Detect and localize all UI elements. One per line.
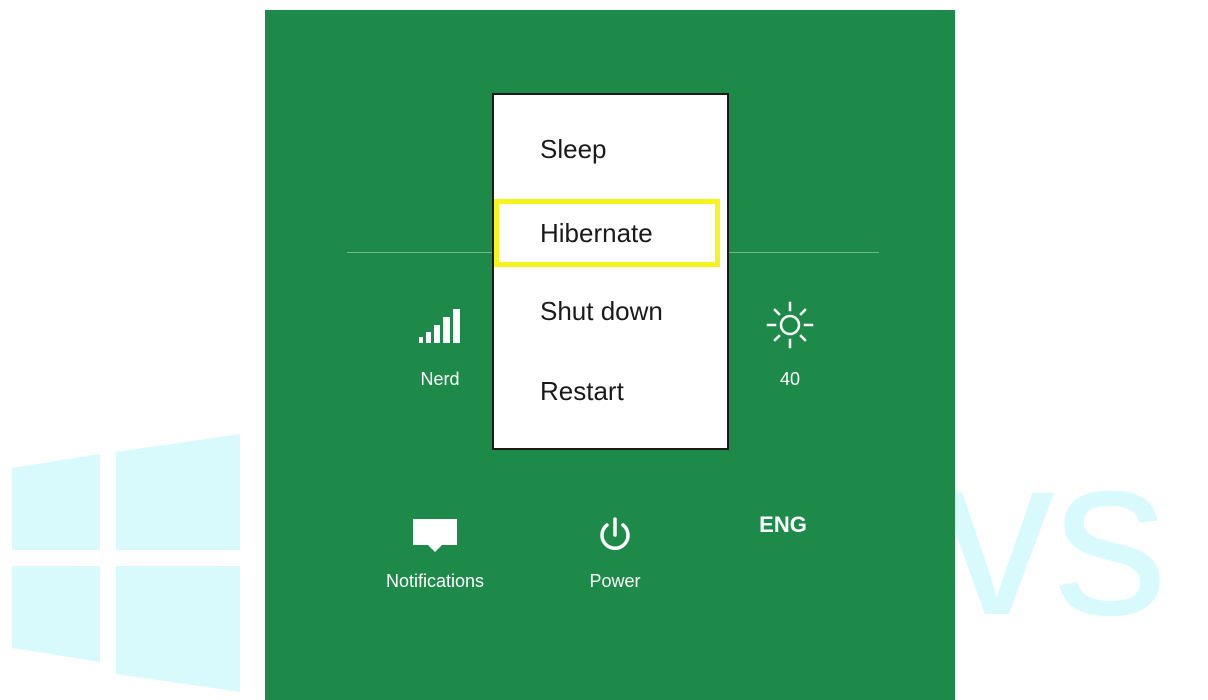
- power-icon: [600, 517, 630, 550]
- brightness-label: 40: [779, 369, 801, 389]
- language-label: ENG: [759, 512, 807, 537]
- menu-item-shut-down[interactable]: Shut down: [494, 279, 727, 343]
- network-tile[interactable]: Nerd: [385, 295, 495, 390]
- windows-8-wordmark: vs 8: [940, 406, 1208, 663]
- language-tile[interactable]: ENG: [743, 510, 823, 540]
- menu-item-hibernate[interactable]: Hibernate: [494, 199, 720, 267]
- windows-logo-icon: [12, 434, 240, 692]
- brightness-tile[interactable]: 40: [735, 295, 845, 390]
- notifications-tile[interactable]: Notifications: [360, 505, 510, 592]
- power-label: Power: [589, 571, 641, 591]
- notifications-label: Notifications: [385, 571, 485, 591]
- menu-item-sleep[interactable]: Sleep: [494, 117, 727, 181]
- menu-item-restart[interactable]: Restart: [494, 359, 727, 423]
- brightness-sun-icon: [766, 301, 814, 349]
- power-menu: Sleep Hibernate Shut down Restart: [492, 93, 729, 450]
- screen: vs 8 Nerd: [0, 0, 1208, 700]
- power-tile[interactable]: Power: [555, 505, 675, 592]
- notifications-icon: [413, 519, 457, 552]
- network-label: Nerd: [420, 369, 460, 389]
- signal-bars-icon: [419, 309, 460, 343]
